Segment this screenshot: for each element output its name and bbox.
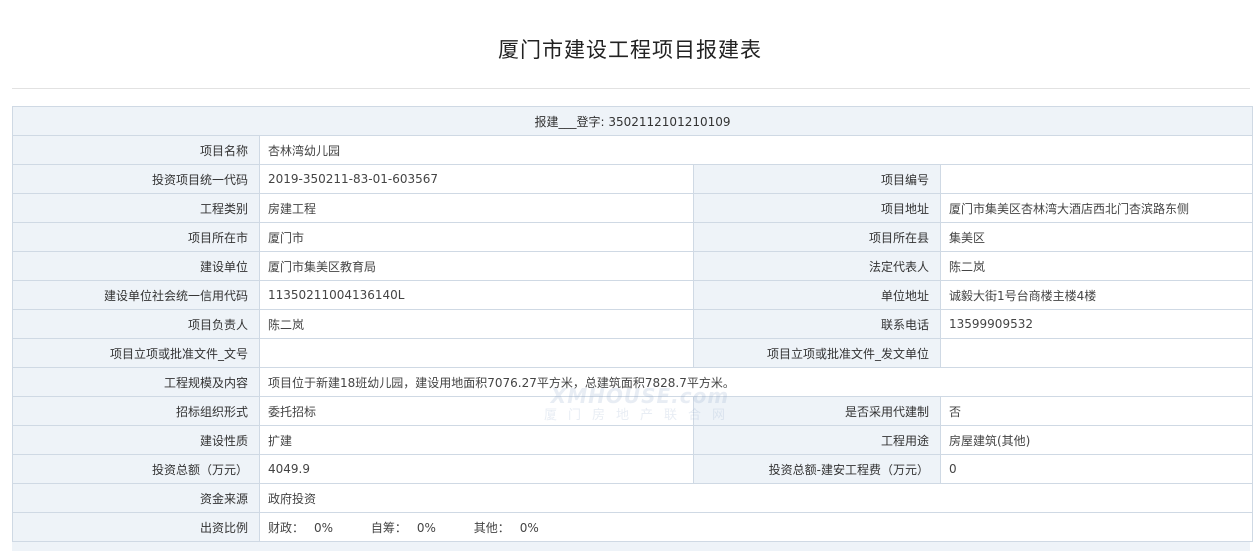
purpose-value: 房屋建筑(其他) [939,425,1254,455]
table-row: 投资总额（万元） 4049.9 投资总额-建安工程费（万元） 0 [12,454,1254,484]
table-row: 项目负责人 陈二岚 联系电话 13599909532 [12,309,1254,339]
registration-number: 报建___登字: 3502112101210109 [11,106,1254,136]
purpose-label: 工程用途 [693,425,941,455]
project-lead-label: 项目负责人 [12,309,260,339]
build-nature-value: 扩建 [259,425,694,455]
registration-row: 报建___登字: 3502112101210109 [11,106,1254,136]
project-name-label: 项目名称 [12,135,260,165]
build-nature-label: 建设性质 [12,425,260,455]
agent-system-label: 是否采用代建制 [693,396,941,426]
tender-form-value: 委托招标 [259,396,694,426]
credit-code-label: 建设单位社会统一信用代码 [12,280,260,310]
scale-label: 工程规模及内容 [12,367,260,397]
project-address-label: 项目地址 [693,193,941,223]
project-no-value [939,164,1254,194]
approval-issuer-label: 项目立项或批准文件_发文单位 [693,338,941,368]
fund-ratio-self-name: 自筹： [370,520,407,535]
builder-value: 厦门市集美区教育局 [259,251,694,281]
fund-source-label: 资金来源 [12,483,260,513]
eng-category-label: 工程类别 [12,193,260,223]
agent-system-value: 否 [939,396,1254,426]
invest-code-label: 投资项目统一代码 [12,164,260,194]
unit-address-value: 诚毅大街1号台商楼主楼4楼 [939,280,1254,310]
project-registration-table: 报建___登字: 3502112101210109 项目名称 杏林湾幼儿园 投资… [11,106,1254,542]
eng-category-value: 房建工程 [259,193,694,223]
fund-ratio-other-name: 其他： [473,520,510,535]
fund-ratio-fiscal-name: 财政： [268,520,305,535]
table-row: 项目所在市 厦门市 项目所在县 集美区 [12,222,1254,252]
page-title: 厦门市建设工程项目报建表 [498,38,762,62]
total-invest-value: 4049.9 [259,454,694,484]
tender-form-label: 招标组织形式 [12,396,260,426]
total-invest-label: 投资总额（万元） [12,454,260,484]
table-row: 项目立项或批准文件_文号 项目立项或批准文件_发文单位 [12,338,1254,368]
phone-label: 联系电话 [693,309,941,339]
approval-doc-no-label: 项目立项或批准文件_文号 [12,338,260,368]
invest-code-value: 2019-350211-83-01-603567 [259,164,694,194]
county-value: 集美区 [939,222,1254,252]
legal-rep-value: 陈二岚 [939,251,1254,281]
fund-ratio-label: 出资比例 [12,512,260,542]
project-address-value: 厦门市集美区杏林湾大酒店西北门杏滨路东侧 [939,193,1254,223]
fund-ratio-other-value: 0% [519,520,539,535]
credit-code-value: 11350211004136140L [259,280,694,310]
approval-doc-no-value [259,338,694,368]
table-row: 资金来源 政府投资 [12,483,1254,513]
table-row: 建设单位社会统一信用代码 11350211004136140L 单位地址 诚毅大… [12,280,1254,310]
legal-rep-label: 法定代表人 [693,251,941,281]
fund-ratio-fiscal: 财政： 0% [268,519,343,536]
table-row: 出资比例 财政： 0% 自筹： 0% 其他： 0% [12,512,1254,542]
table-row: 项目名称 杏林湾幼儿园 [12,135,1254,165]
fund-ratio-fiscal-value: 0% [314,520,334,535]
project-name-value: 杏林湾幼儿园 [258,135,1254,165]
title-divider [12,88,1250,89]
table-row: 投资项目统一代码 2019-350211-83-01-603567 项目编号 [12,164,1254,194]
table-row: 招标组织形式 委托招标 是否采用代建制 否 [12,396,1254,426]
unit-address-label: 单位地址 [693,280,941,310]
phone-value: 13599909532 [939,309,1254,339]
table-row: 工程规模及内容 项目位于新建18班幼儿园，建设用地面积7076.27平方米，总建… [12,367,1254,397]
fund-source-value: 政府投资 [258,483,1254,513]
city-value: 厦门市 [259,222,694,252]
scale-value: 项目位于新建18班幼儿园，建设用地面积7076.27平方米，总建筑面积7828.… [258,367,1254,397]
approval-issuer-value [939,338,1254,368]
fund-ratio-self: 自筹： 0% [371,519,446,536]
table-row: 建设单位 厦门市集美区教育局 法定代表人 陈二岚 [12,251,1254,281]
construct-fee-value: 0 [939,454,1254,484]
construct-fee-label: 投资总额-建安工程费（万元） [693,454,941,484]
city-label: 项目所在市 [12,222,260,252]
builder-label: 建设单位 [12,251,260,281]
fund-ratio-self-value: 0% [416,520,436,535]
project-lead-value: 陈二岚 [259,309,694,339]
fund-ratio-value: 财政： 0% 自筹： 0% 其他： 0% [258,512,1254,542]
county-label: 项目所在县 [693,222,941,252]
table-row: 建设性质 扩建 工程用途 房屋建筑(其他) [12,425,1254,455]
fund-ratio-other: 其他： 0% [474,519,549,536]
table-row: 工程类别 房建工程 项目地址 厦门市集美区杏林湾大酒店西北门杏滨路东侧 [12,193,1254,223]
project-no-label: 项目编号 [693,164,941,194]
